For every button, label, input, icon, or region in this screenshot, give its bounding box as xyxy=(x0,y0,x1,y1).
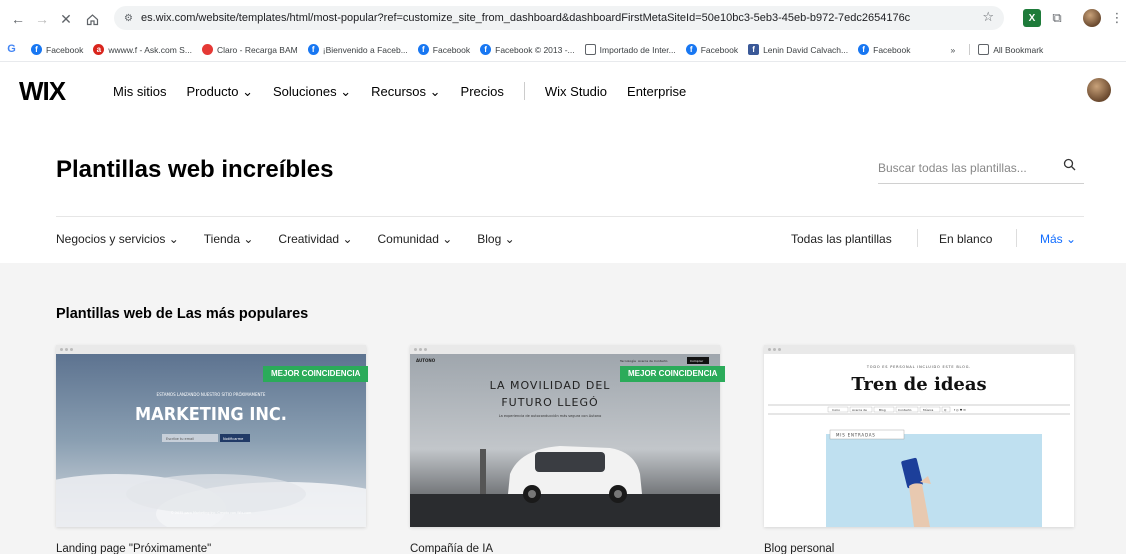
facebook-icon: f xyxy=(480,44,492,55)
address-bar[interactable]: ⚙ es.wix.com/website/templates/html/most… xyxy=(114,6,1004,30)
best-match-badge: MEJOR COINCIDENCIA xyxy=(620,366,726,382)
template-name[interactable]: Blog personal xyxy=(764,543,834,554)
forward-arrow-icon[interactable]: → xyxy=(32,9,52,29)
svg-text:Música: Música xyxy=(923,408,934,412)
ask-icon: a xyxy=(93,44,105,55)
all-templates-link[interactable]: Todas las plantillas xyxy=(791,232,892,246)
nav-recursos[interactable]: Recursos ⌄ xyxy=(371,84,440,100)
template-preview-image: TODO ES PERSONAL INCLUIDO ESTE BLOG. Tre… xyxy=(764,354,1074,527)
template-card-personal-blog[interactable]: TODO ES PERSONAL INCLUIDO ESTE BLOG. Tre… xyxy=(764,345,1074,527)
site-settings-icon[interactable]: ⚙ xyxy=(124,13,133,24)
bookmark-folder[interactable]: Importado de Inter... xyxy=(584,44,676,55)
svg-text:Comprar: Comprar xyxy=(690,359,704,363)
category-tienda[interactable]: Tienda ⌄ xyxy=(204,232,254,246)
menu-kebab-icon[interactable]: ⋮ xyxy=(1108,9,1126,27)
bookmark-item[interactable]: f ¡Bienvenido a Faceb... xyxy=(307,44,408,55)
search-input[interactable]: Buscar todas las plantillas... xyxy=(878,161,1027,175)
folder-icon xyxy=(584,44,596,55)
folder-icon xyxy=(978,44,990,55)
all-bookmarks[interactable]: All Bookmark xyxy=(969,44,1043,55)
card-heading: MARKETING INC. xyxy=(135,404,287,425)
header-divider xyxy=(56,216,1084,217)
profile-avatar-icon[interactable] xyxy=(1083,9,1101,27)
bookmark-item[interactable]: f Lenin David Calvach... xyxy=(748,44,848,55)
user-avatar[interactable] xyxy=(1087,78,1111,102)
search-icon[interactable] xyxy=(1063,158,1076,174)
svg-text:Notificarme: Notificarme xyxy=(223,437,243,441)
svg-text:f ◎ ♥ ✉: f ◎ ♥ ✉ xyxy=(954,408,966,412)
facebook-icon: f xyxy=(858,44,870,55)
more-bookmarks-chevron[interactable]: » xyxy=(950,45,955,55)
svg-text:Contacto: Contacto xyxy=(898,408,912,412)
entries-label: MIS ENTRADAS xyxy=(836,433,876,438)
bookmark-item[interactable]: f Facebook xyxy=(417,44,470,55)
bookmark-star-icon[interactable]: ☆ xyxy=(982,9,994,25)
card-window-bar xyxy=(56,345,366,354)
nav-soluciones[interactable]: Soluciones ⌄ xyxy=(273,84,351,100)
url-text: es.wix.com/website/templates/html/most-p… xyxy=(140,12,911,24)
page-title: Plantillas web increíbles xyxy=(56,156,334,183)
main-nav: Mis sitios Producto ⌄ Soluciones ⌄ Recur… xyxy=(113,82,706,100)
facebook-icon: f xyxy=(307,44,319,55)
bookmark-item[interactable]: f Facebook © 2013 -... xyxy=(480,44,575,55)
card-heading-line2: FUTURO LLEGÓ xyxy=(501,396,598,409)
template-search[interactable]: Buscar todas las plantillas... xyxy=(878,152,1084,184)
bookmark-item[interactable]: a wwww.f - Ask.com S... xyxy=(93,44,192,55)
svg-text:Inicio: Inicio xyxy=(832,408,840,412)
nav-precios[interactable]: Precios xyxy=(461,84,504,100)
category-creatividad[interactable]: Creatividad ⌄ xyxy=(278,232,352,246)
svg-text:Acerca de: Acerca de xyxy=(852,408,867,412)
svg-text:TODO ES PERSONAL INCLUIDO ESTE: TODO ES PERSONAL INCLUIDO ESTE BLOG. xyxy=(866,365,971,369)
svg-text:Tecnología: Tecnología xyxy=(619,359,636,363)
bookmark-item[interactable]: f Facebook xyxy=(685,44,738,55)
svg-text:AUTONO: AUTONO xyxy=(416,358,436,363)
nav-wix-studio[interactable]: Wix Studio xyxy=(545,84,607,100)
link-divider xyxy=(1016,229,1017,247)
facebook-icon: f xyxy=(31,44,42,55)
card-window-bar xyxy=(764,345,1074,354)
facebook-icon: f xyxy=(685,44,697,55)
browser-toolbar: ← → ✕ ⚙ es.wix.com/website/templates/htm… xyxy=(0,0,1126,38)
nav-mis-sitios[interactable]: Mis sitios xyxy=(113,84,166,100)
category-comunidad[interactable]: Comunidad ⌄ xyxy=(378,232,453,246)
category-nav: Negocios y servicios ⌄ Tienda ⌄ Creativi… xyxy=(56,232,540,246)
svg-text:Contacto: Contacto xyxy=(654,359,668,363)
card-small-text: ESTAMOS LANZANDO NUESTRO SITIO PRÓXIMAME… xyxy=(157,392,266,397)
blank-templates-link[interactable]: En blanco xyxy=(939,232,992,246)
wix-header: WIX Mis sitios Producto ⌄ Soluciones ⌄ R… xyxy=(0,62,1126,118)
bookmark-item[interactable]: f Facebook xyxy=(858,44,910,55)
best-match-badge: MEJOR COINCIDENCIA xyxy=(263,366,369,382)
card-window-bar xyxy=(410,345,720,354)
nav-divider xyxy=(523,82,525,100)
extensions-puzzle-icon[interactable]: ⧉ xyxy=(1048,9,1066,27)
wix-logo[interactable]: WIX xyxy=(19,76,66,107)
card-heading-line1: LA MOVILIDAD DEL xyxy=(490,379,611,392)
bookmark-item[interactable]: Claro - Recarga BAM xyxy=(201,44,298,55)
template-name[interactable]: Compañía de IA xyxy=(410,543,493,554)
nav-producto[interactable]: Producto ⌄ xyxy=(186,84,253,100)
card-heading: Tren de ideas xyxy=(851,374,986,395)
home-icon[interactable] xyxy=(82,9,102,29)
close-icon[interactable]: ✕ xyxy=(56,9,76,29)
link-divider xyxy=(917,229,918,247)
svg-text:Blog: Blog xyxy=(879,408,886,412)
facebook-icon: f xyxy=(417,44,429,55)
facebook-icon: f xyxy=(748,44,760,55)
excel-extension-icon[interactable]: X xyxy=(1023,9,1041,27)
bookmark-item[interactable]: f Facebook xyxy=(31,44,83,55)
svg-text:© 2035 para Marketing Inc. Cre: © 2035 para Marketing Inc. Creado con Wi… xyxy=(171,511,252,515)
template-name[interactable]: Landing page "Próximamente" xyxy=(56,543,211,554)
claro-icon xyxy=(201,44,213,55)
svg-text:La experiencia de autoconducci: La experiencia de autoconducción más seg… xyxy=(499,414,602,418)
section-title: Plantillas web de Las más populares xyxy=(56,306,309,322)
nav-enterprise[interactable]: Enterprise xyxy=(627,84,686,100)
more-link[interactable]: Más ⌄ xyxy=(1040,232,1076,246)
svg-text:Acerca de: Acerca de xyxy=(638,359,653,363)
back-arrow-icon[interactable]: ← xyxy=(8,9,28,29)
bookmarks-bar: G f Facebook a wwww.f - Ask.com S... Claro… xyxy=(0,38,1126,62)
svg-text:Escribe tu email: Escribe tu email xyxy=(166,437,194,441)
category-blog[interactable]: Blog ⌄ xyxy=(477,232,514,246)
google-icon[interactable]: G xyxy=(6,44,21,55)
category-negocios[interactable]: Negocios y servicios ⌄ xyxy=(56,232,179,246)
